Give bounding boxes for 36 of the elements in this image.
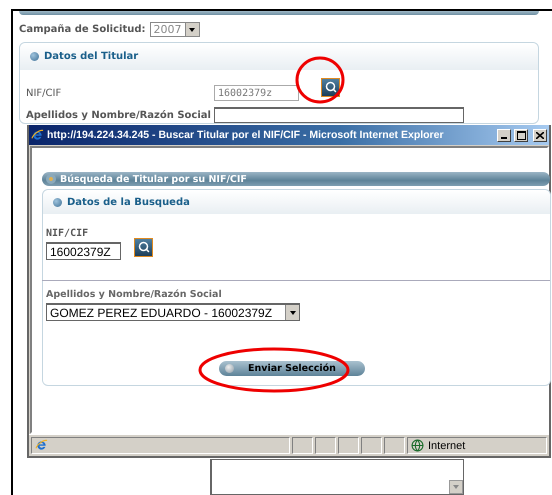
panel-title: Datos de la Busqueda (67, 196, 190, 208)
zone-text: Internet (428, 440, 466, 452)
search-icon (138, 241, 150, 253)
nif-field[interactable]: 16002379z (214, 85, 299, 101)
search-icon (324, 81, 336, 93)
status-panel (338, 437, 359, 454)
name-field[interactable] (214, 107, 464, 123)
campaign-select[interactable]: 2007 (150, 22, 200, 37)
maximize-button[interactable] (514, 128, 528, 142)
browser-icon (31, 128, 44, 142)
globe-icon (411, 439, 424, 452)
nif-field[interactable]: 16002379Z (46, 242, 121, 260)
annotation-circle (295, 56, 345, 104)
section-icon (46, 174, 56, 184)
search-button[interactable] (134, 238, 153, 256)
nif-label: NIF/CIF (46, 228, 90, 239)
search-button[interactable] (321, 78, 340, 96)
status-panel (384, 437, 405, 454)
close-icon (536, 132, 544, 138)
send-selection-button[interactable]: Enviar Selección (219, 361, 365, 376)
bullet-icon (30, 52, 39, 61)
section-title: Búsqueda de Titular por su NIF/CIF (60, 174, 247, 184)
page-icon (35, 439, 48, 452)
window-title: http://194.224.34.245 - Buscar Titular por el NIF/CIF - Microsoft Internet Explorer (47, 129, 445, 141)
close-button[interactable] (533, 128, 547, 142)
name-label: Apellidos y Nombre/Razón Social (26, 110, 210, 120)
campaign-label: Campaña de Solicitud: (19, 24, 146, 35)
name-label: Apellidos y Nombre/Razón Social (46, 289, 223, 300)
name-select[interactable]: GOMEZ PEREZ EDUARDO - 16002379Z (46, 303, 300, 321)
panel-title: Datos del Titular (44, 51, 138, 62)
status-panel (292, 437, 313, 454)
status-panel (315, 437, 336, 454)
bullet-icon (53, 198, 62, 206)
minimize-button[interactable] (497, 128, 511, 142)
nif-label: NIF/CIF (26, 88, 62, 98)
status-panel (361, 437, 382, 454)
